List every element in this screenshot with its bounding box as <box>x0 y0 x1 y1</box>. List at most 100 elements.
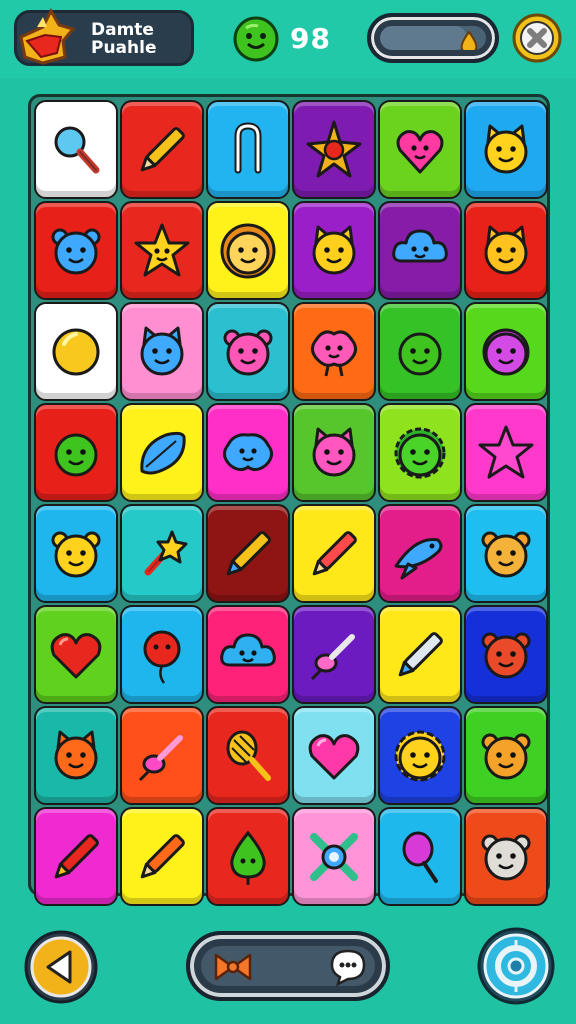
tile-r4-c5[interactable] <box>378 403 462 502</box>
tile-r8-c4[interactable] <box>292 807 376 906</box>
tile-r8-c6[interactable] <box>464 807 548 906</box>
pink-heart-icon <box>308 733 360 779</box>
tile-r2-c5[interactable] <box>378 201 462 300</box>
tile-r3-c1[interactable] <box>34 302 118 401</box>
tile-r6-c5[interactable] <box>378 605 462 704</box>
tile-r1-c4[interactable] <box>292 100 376 199</box>
tile-r7-c6[interactable] <box>464 706 548 805</box>
tile-r7-c3[interactable] <box>206 706 290 805</box>
purple-flower-icon <box>482 328 530 375</box>
red-pencil-icon <box>54 833 99 878</box>
grey-bear-icon <box>481 834 531 880</box>
red-heart-icon <box>50 632 102 678</box>
pencil-icon <box>140 126 185 171</box>
monster-blue-icon <box>51 228 101 274</box>
tile-r8-c2[interactable] <box>120 807 204 906</box>
tile-r3-c3[interactable] <box>206 302 290 401</box>
tile-r7-c5[interactable] <box>378 706 462 805</box>
tile-r5-c1[interactable] <box>34 504 118 603</box>
tile-r5-c5[interactable] <box>378 504 462 603</box>
racket-icon <box>226 730 271 781</box>
yellow-cat-icon <box>51 531 101 577</box>
fish-icon <box>394 537 443 579</box>
tile-grid <box>34 100 548 906</box>
tile-r4-c4[interactable] <box>292 403 376 502</box>
fox-face-2-icon <box>484 225 528 274</box>
tile-r8-c5[interactable] <box>378 807 462 906</box>
tile-r6-c1[interactable] <box>34 605 118 704</box>
red-bear-icon <box>481 632 531 678</box>
gold-drop-icon <box>460 30 478 50</box>
tile-r2-c2[interactable] <box>120 201 204 300</box>
green-blob-icon <box>398 332 442 375</box>
tile-r6-c2[interactable] <box>120 605 204 704</box>
tile-r4-c6[interactable] <box>464 403 548 502</box>
pink-brush-2-icon <box>138 734 183 781</box>
tile-r5-c6[interactable] <box>464 504 548 603</box>
green-drop-icon <box>230 830 266 885</box>
tile-r3-c6[interactable] <box>464 302 548 401</box>
tile-r2-c3[interactable] <box>206 201 290 300</box>
orange-fox-icon <box>54 730 98 779</box>
progress-fill <box>380 26 467 50</box>
clip-icon <box>234 121 262 173</box>
tile-r6-c3[interactable] <box>206 605 290 704</box>
close-button[interactable] <box>511 12 563 64</box>
tile-r8-c3[interactable] <box>206 807 290 906</box>
tile-r6-c4[interactable] <box>292 605 376 704</box>
tile-r7-c4[interactable] <box>292 706 376 805</box>
tile-r7-c1[interactable] <box>34 706 118 805</box>
top-bar: Damte Puahle 98 <box>0 0 576 78</box>
target-button[interactable] <box>476 926 556 1006</box>
pink-brush-icon <box>310 633 355 680</box>
blue-cloud-icon <box>220 633 276 666</box>
green-sun-icon <box>394 427 446 478</box>
tile-r6-c6[interactable] <box>464 605 548 704</box>
tile-r1-c2[interactable] <box>120 100 204 199</box>
tile-r1-c6[interactable] <box>464 100 548 199</box>
green-face-icon <box>233 16 279 62</box>
tile-r5-c4[interactable] <box>292 504 376 603</box>
blue-leaf-icon <box>140 431 186 474</box>
star-face-icon <box>134 223 190 276</box>
tile-r3-c4[interactable] <box>292 302 376 401</box>
cat-blue-icon <box>140 326 184 375</box>
back-button[interactable] <box>22 928 100 1006</box>
pink-cat-icon <box>312 427 356 476</box>
sun-face-icon <box>394 730 446 781</box>
pen-red-icon <box>140 833 185 878</box>
tile-r3-c5[interactable] <box>378 302 462 401</box>
bow-icon[interactable] <box>212 949 254 985</box>
wand-icon <box>144 530 188 575</box>
tile-r1-c3[interactable] <box>206 100 290 199</box>
tile-r1-c1[interactable] <box>34 100 118 199</box>
pencil-red-icon <box>312 530 357 575</box>
red-balloon-icon <box>143 630 181 684</box>
game-board <box>28 94 550 906</box>
tile-r7-c2[interactable] <box>120 706 204 805</box>
tile-r2-c1[interactable] <box>34 201 118 300</box>
lion-face-icon <box>220 223 276 278</box>
tile-r1-c5[interactable] <box>378 100 462 199</box>
tile-r2-c6[interactable] <box>464 201 548 300</box>
game-logo-badge[interactable]: Damte Puahle <box>14 7 194 66</box>
orange-bear-icon <box>481 733 531 779</box>
tile-r4-c3[interactable] <box>206 403 290 502</box>
tile-r4-c2[interactable] <box>120 403 204 502</box>
progress-bar <box>367 13 499 63</box>
title-line-1: Damte <box>91 20 154 40</box>
tile-r8-c1[interactable] <box>34 807 118 906</box>
tile-r5-c3[interactable] <box>206 504 290 603</box>
tile-r5-c2[interactable] <box>120 504 204 603</box>
tile-r4-c1[interactable] <box>34 403 118 502</box>
cloud-face-icon <box>392 229 448 262</box>
crown-star-icon <box>19 7 76 65</box>
pink-star-icon <box>478 425 534 478</box>
bear-pink-icon <box>223 329 273 375</box>
pencil-blue-icon <box>226 530 271 575</box>
green-ball-icon <box>54 433 98 476</box>
tile-r2-c4[interactable] <box>292 201 376 300</box>
tile-r3-c2[interactable] <box>120 302 204 401</box>
chat-bubble-icon[interactable] <box>328 947 368 987</box>
pink-blob-icon <box>311 330 357 376</box>
